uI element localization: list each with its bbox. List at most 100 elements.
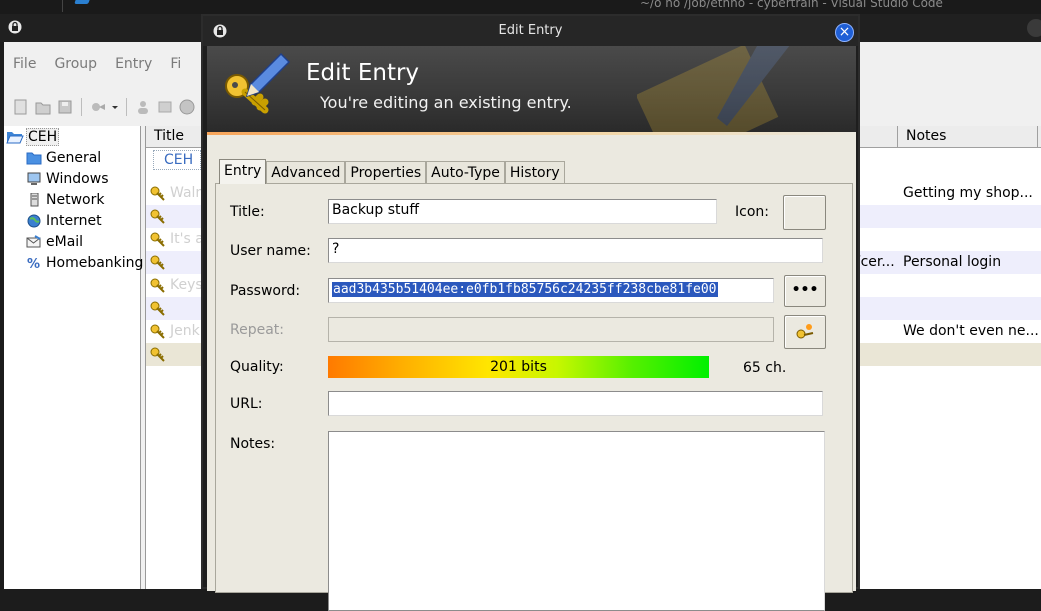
main-close-button[interactable] bbox=[1027, 19, 1041, 37]
url-field[interactable] bbox=[328, 391, 823, 416]
new-database-icon[interactable] bbox=[12, 98, 30, 116]
tab-auto-type[interactable]: Auto-Type bbox=[426, 161, 505, 184]
tree-item-network[interactable]: Network bbox=[26, 190, 104, 210]
tree-item-windows[interactable]: Windows bbox=[26, 169, 109, 189]
notes-textarea[interactable] bbox=[328, 431, 825, 611]
key-icon bbox=[150, 346, 166, 366]
dialog-titlebar[interactable]: Edit Entry × bbox=[203, 16, 858, 46]
entry-title: It's a bbox=[170, 231, 204, 247]
banner-subtitle: You're editing an existing entry. bbox=[320, 93, 572, 112]
windows-icon bbox=[26, 172, 42, 186]
group-path-label: CEH bbox=[153, 150, 201, 170]
tree-label-root: CEH bbox=[26, 128, 60, 146]
quality-label: Quality: bbox=[230, 359, 284, 375]
edit-entry-dialog: Edit Entry × Edit Entry You're editing a… bbox=[201, 14, 860, 611]
dialog-banner: Edit Entry You're editing an existing en… bbox=[207, 46, 856, 132]
dialog-body: Entry Advanced Properties Auto-Type Hist… bbox=[207, 132, 856, 611]
tree-label: Internet bbox=[46, 213, 102, 229]
vscode-icon bbox=[74, 0, 92, 4]
show-password-button[interactable]: ••• bbox=[784, 275, 826, 307]
key-icon bbox=[150, 185, 166, 205]
char-count: 65 ch. bbox=[743, 360, 787, 376]
copy-password-icon[interactable] bbox=[156, 98, 174, 116]
lock-workspace-icon[interactable] bbox=[178, 98, 196, 116]
repeat-password-field[interactable] bbox=[328, 317, 774, 342]
menu-file[interactable]: File bbox=[4, 56, 45, 78]
svg-text:%: % bbox=[27, 257, 40, 270]
password-quality-bar: 201 bits bbox=[328, 356, 709, 378]
key-icon bbox=[150, 254, 166, 274]
column-header-notes[interactable]: Notes bbox=[906, 128, 946, 144]
tree-item-general[interactable]: General bbox=[26, 148, 101, 168]
tab-entry[interactable]: Entry bbox=[219, 159, 267, 184]
tab-history[interactable]: History bbox=[504, 161, 565, 184]
copy-username-icon[interactable] bbox=[134, 98, 152, 116]
desktop-top-strip: ~/o ho /job/ethno - cybertrain - Visual … bbox=[0, 0, 1041, 14]
dialog-tabs: Entry Advanced Properties Auto-Type Hist… bbox=[219, 159, 565, 184]
group-tree: CEH General Windows Network Internet eMa… bbox=[4, 126, 143, 589]
column-header-title[interactable]: Title bbox=[154, 128, 184, 144]
open-database-icon[interactable] bbox=[34, 98, 52, 116]
repeat-label: Repeat: bbox=[230, 322, 284, 338]
key-generator-icon bbox=[793, 324, 817, 348]
menu-entry[interactable]: Entry bbox=[106, 56, 161, 78]
password-field[interactable]: aad3b435b51404ee:e0fb1fb85756c24235ff238… bbox=[328, 278, 774, 303]
banner-divider bbox=[207, 132, 856, 135]
open-folder-icon bbox=[6, 130, 24, 144]
generate-password-button[interactable] bbox=[784, 315, 826, 349]
percent-icon: % bbox=[26, 256, 42, 272]
key-pen-icon bbox=[221, 52, 291, 126]
save-database-icon[interactable] bbox=[56, 98, 74, 116]
dialog-title: Edit Entry bbox=[498, 23, 563, 38]
banner-watermark-icon bbox=[635, 46, 817, 132]
toolbar-separator bbox=[126, 98, 127, 116]
banner-title: Edit Entry bbox=[306, 60, 420, 86]
main-menubar: File Group Entry Fi bbox=[4, 56, 190, 78]
network-server-icon bbox=[26, 192, 42, 207]
entry-notes: Getting my shop... bbox=[903, 185, 1033, 201]
lock-icon bbox=[8, 20, 22, 38]
background-window-title: ~/o ho /job/ethno - cybertrain - Visual … bbox=[640, 0, 943, 10]
tab-advanced[interactable]: Advanced bbox=[266, 161, 346, 184]
tree-item-homebanking[interactable]: % Homebanking bbox=[26, 253, 143, 273]
key-icon bbox=[150, 208, 166, 228]
close-icon[interactable]: × bbox=[835, 23, 854, 42]
title-label: Title: bbox=[230, 204, 265, 220]
tab-properties[interactable]: Properties bbox=[345, 161, 427, 184]
entry-tab-panel: Title: Backup stuff Icon: User name: ? P… bbox=[215, 183, 853, 611]
main-toolbar bbox=[12, 96, 208, 118]
globe-icon bbox=[26, 214, 42, 228]
add-entry-icon[interactable] bbox=[89, 98, 107, 116]
menu-group[interactable]: Group bbox=[45, 56, 106, 78]
folder-icon bbox=[26, 151, 42, 165]
dropdown-arrow-icon[interactable] bbox=[111, 98, 119, 116]
password-value: aad3b435b51404ee:e0fb1fb85756c24235ff238… bbox=[332, 282, 718, 297]
username-field[interactable]: ? bbox=[328, 238, 823, 263]
title-field[interactable]: Backup stuff bbox=[328, 199, 717, 224]
url-label: URL: bbox=[230, 396, 263, 412]
tree-label: Windows bbox=[46, 171, 109, 187]
toolbar-separator bbox=[81, 98, 82, 116]
tree-item-internet[interactable]: Internet bbox=[26, 211, 102, 231]
key-icon bbox=[150, 277, 166, 297]
column-separator[interactable] bbox=[1037, 126, 1038, 148]
key-icon bbox=[150, 231, 166, 251]
tree-label: General bbox=[46, 150, 102, 166]
menu-find[interactable]: Fi bbox=[161, 56, 190, 78]
tree-item-email[interactable]: eMail bbox=[26, 232, 83, 252]
tree-label: eMail bbox=[46, 234, 84, 250]
column-separator[interactable] bbox=[897, 126, 898, 148]
icon-picker-button[interactable] bbox=[783, 195, 826, 230]
entry-notes: Personal login bbox=[903, 254, 1002, 270]
tree-item-root[interactable]: CEH bbox=[6, 127, 60, 147]
key-icon bbox=[150, 300, 166, 320]
tree-label: Network bbox=[46, 192, 105, 208]
password-label: Password: bbox=[230, 283, 301, 299]
username-label: User name: bbox=[230, 243, 311, 259]
key-icon bbox=[150, 323, 166, 343]
taskbar-separator bbox=[62, 0, 63, 12]
entry-notes: We don't even ne... bbox=[903, 323, 1039, 339]
entry-title: Jenk bbox=[170, 323, 200, 339]
tree-label: Homebanking bbox=[46, 255, 144, 271]
email-icon bbox=[26, 235, 42, 249]
